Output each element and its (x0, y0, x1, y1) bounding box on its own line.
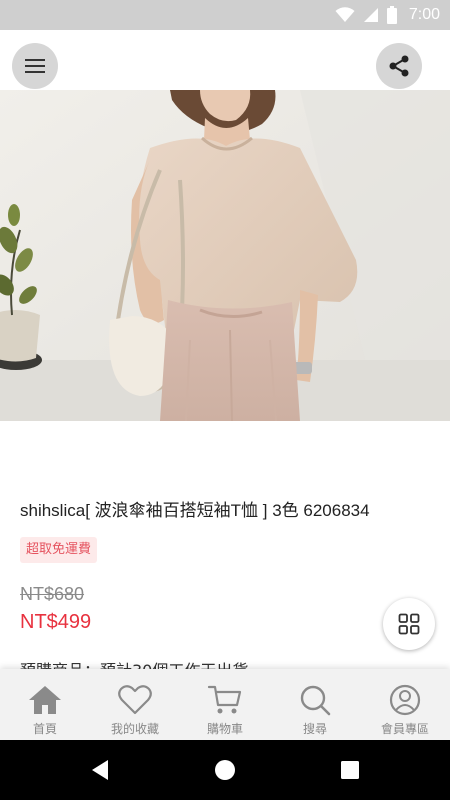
share-icon (389, 55, 409, 77)
home-system-button[interactable] (213, 758, 237, 782)
promo-badge: 超取免運費 (20, 537, 98, 563)
back-button[interactable] (88, 758, 112, 782)
home-circle-icon (215, 760, 235, 780)
nav-favorites[interactable]: 我的收藏 (90, 669, 180, 740)
back-triangle-icon (92, 760, 108, 780)
home-icon (29, 686, 61, 714)
nav-member-label: 會員專區 (380, 722, 429, 736)
sale-price: NT$499 (20, 611, 92, 633)
menu-button[interactable] (12, 43, 58, 89)
product-title: shihslica[ 波浪傘袖百搭短袖T恤 ] 3色 6206834 (20, 501, 370, 520)
status-time: 7:00 (408, 6, 440, 23)
wifi-icon (335, 7, 355, 22)
cell-signal-icon (363, 8, 378, 22)
user-icon (389, 684, 421, 716)
status-bar: 7:00 (0, 0, 450, 30)
search-icon (300, 685, 331, 716)
product-image[interactable] (0, 90, 450, 421)
nav-search-label: 搜尋 (302, 722, 327, 736)
grid-menu-button[interactable] (383, 598, 435, 650)
nav-favorites-label: 我的收藏 (110, 722, 159, 736)
nav-member[interactable]: 會員專區 (360, 669, 450, 740)
bottom-nav: 首頁 我的收藏 購物車 搜尋 會員專區 (0, 669, 450, 740)
nav-home[interactable]: 首頁 (0, 669, 90, 740)
nav-home-label: 首頁 (32, 722, 57, 736)
nav-cart-label: 購物車 (206, 722, 243, 736)
cart-icon (207, 685, 242, 714)
original-price: NT$680 (20, 584, 85, 604)
screen: 7:00 shihslica[波浪傘袖百搭短袖T恤] 3色 6206834 … (0, 0, 450, 800)
nav-cart[interactable]: 購物車 (180, 669, 270, 740)
system-nav-bar (0, 740, 450, 800)
battery-icon (386, 6, 397, 24)
recents-button[interactable] (338, 758, 362, 782)
grid-icon (398, 613, 420, 635)
heart-icon (118, 685, 152, 715)
share-button[interactable] (376, 43, 422, 89)
nav-search[interactable]: 搜尋 (270, 669, 360, 740)
top-app-bar (0, 30, 450, 90)
product-photo-illustration (0, 90, 450, 421)
hamburger-icon (25, 59, 45, 73)
recents-square-icon (341, 761, 359, 779)
